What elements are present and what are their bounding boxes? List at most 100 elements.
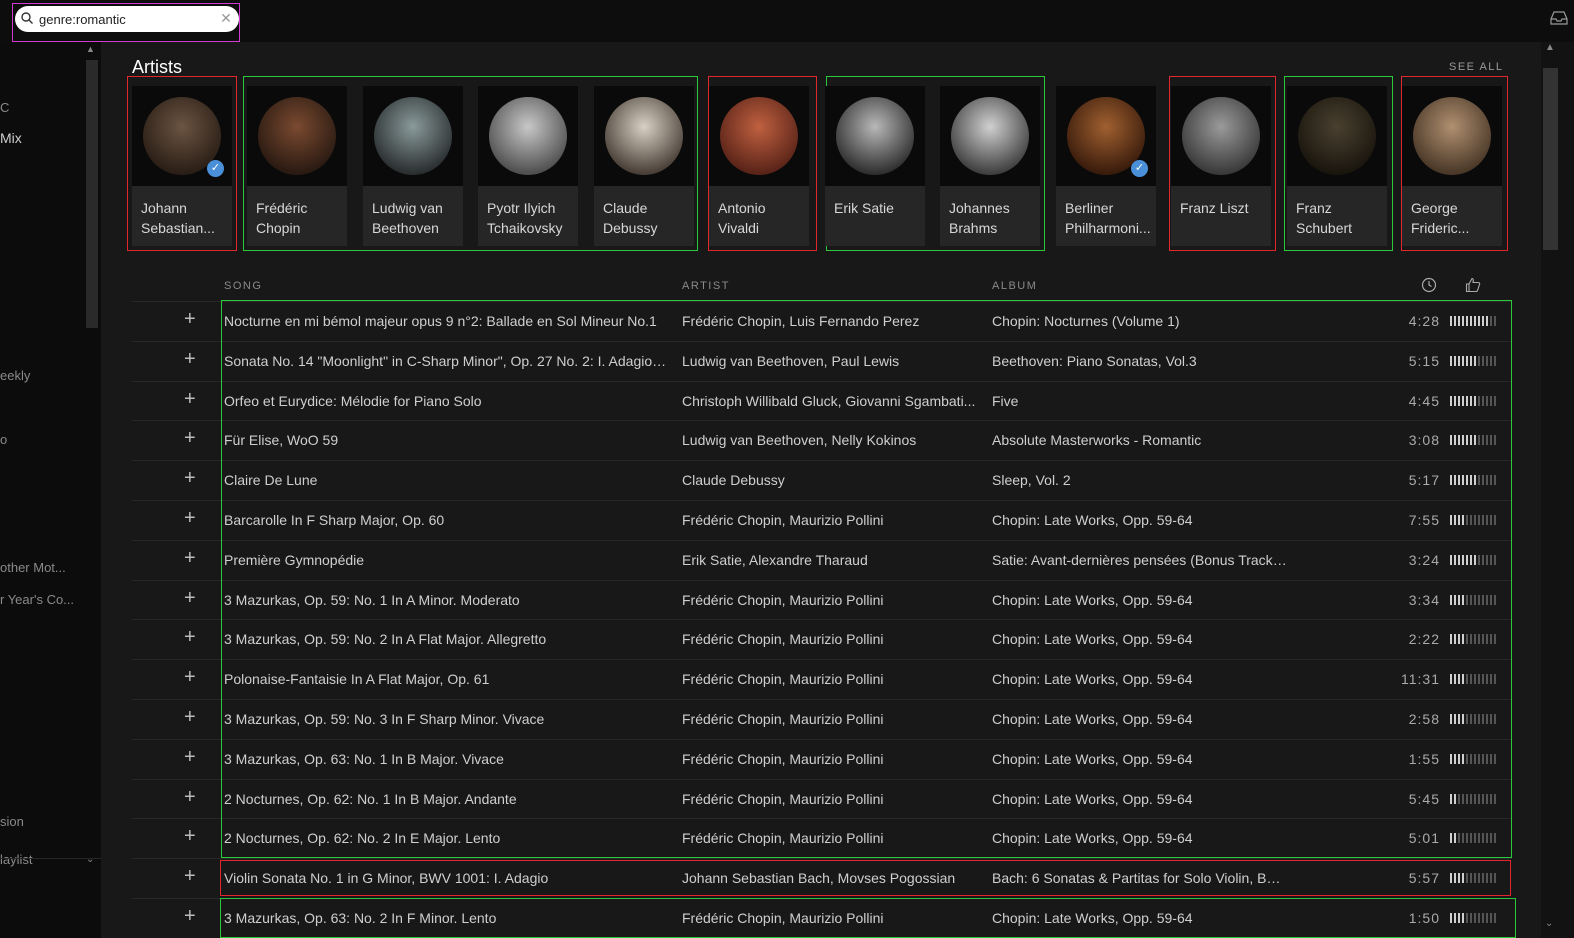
sidebar-item[interactable]: r Year's Co... [0, 592, 74, 607]
artist-image-frame [363, 86, 463, 186]
artist-card[interactable]: ✓ Johann Sebastian... [132, 86, 232, 246]
artist-image-frame [594, 86, 694, 186]
main-content: Artists SEE ALL ✓ Johann Sebastian... Fréd… [101, 42, 1541, 938]
add-to-playlist-icon[interactable]: + [184, 906, 198, 926]
artist-image-frame [1171, 86, 1271, 186]
artist-name: Erik Satie [834, 200, 894, 216]
clock-icon[interactable] [1421, 277, 1437, 293]
add-to-playlist-icon[interactable]: + [184, 468, 198, 488]
row-group-highlight [221, 300, 1512, 858]
add-to-playlist-icon[interactable]: + [184, 866, 198, 886]
row-group-highlight [220, 898, 1516, 938]
sidebar-item[interactable]: o [0, 432, 7, 447]
main-scrollbar[interactable]: ▲ ⌄ [1541, 42, 1574, 938]
sidebar-item[interactable]: C [0, 100, 9, 115]
artist-name: George Frideric... [1411, 200, 1470, 236]
artist-card[interactable]: Johannes Brahms [940, 86, 1040, 246]
thumbs-up-icon[interactable] [1465, 277, 1481, 293]
artist-image-frame [1287, 86, 1387, 186]
artist-name: Ludwig van Beethoven [372, 200, 443, 236]
sidebar-item[interactable]: laylist [0, 852, 33, 867]
add-to-playlist-icon[interactable]: + [184, 548, 198, 568]
artist-name: Antonio Vivaldi [718, 200, 766, 236]
artist-card[interactable]: Erik Satie [825, 86, 925, 246]
add-to-playlist-icon[interactable]: + [184, 787, 198, 807]
sidebar-item[interactable]: Mix [0, 130, 22, 146]
search-box[interactable]: ✕ [15, 6, 239, 32]
artist-name: Berliner Philharmoni... [1065, 200, 1151, 236]
clear-search-icon[interactable]: ✕ [219, 11, 233, 25]
artist-name: Johann Sebastian... [141, 200, 215, 236]
add-to-playlist-icon[interactable]: + [184, 508, 198, 528]
artist-name: Pyotr Ilyich Tchaikovsky [487, 200, 563, 236]
column-header-song[interactable]: SONG [224, 280, 262, 292]
artist-card[interactable]: ✓ Berliner Philharmoni... [1056, 86, 1156, 246]
inbox-icon[interactable] [1550, 11, 1568, 25]
artist-image-frame: ✓ [1056, 86, 1156, 186]
artist-image-frame: ✓ [132, 86, 232, 186]
artist-card[interactable]: Pyotr Ilyich Tchaikovsky [478, 86, 578, 246]
artist-avatar [489, 97, 567, 175]
sidebar-item[interactable]: eekly [0, 368, 30, 383]
add-to-playlist-icon[interactable]: + [184, 627, 198, 647]
artist-name: Franz Schubert [1296, 200, 1353, 236]
artist-card[interactable]: Franz Schubert [1287, 86, 1387, 246]
artist-name: Franz Liszt [1180, 200, 1249, 216]
add-to-playlist-icon[interactable]: + [184, 349, 198, 369]
sidebar-scroll-up-icon[interactable]: ▲ [86, 44, 98, 54]
artist-image-frame [825, 86, 925, 186]
artist-avatar [836, 97, 914, 175]
table-header: SONG ARTIST ALBUM [132, 277, 1512, 302]
sidebar-item[interactable]: other Mot... [0, 560, 66, 575]
artist-card[interactable]: George Frideric... [1402, 86, 1502, 246]
see-all-link[interactable]: SEE ALL [1449, 61, 1504, 73]
add-to-playlist-icon[interactable]: + [184, 389, 198, 409]
artist-name: Claude Debussy [603, 200, 658, 236]
artist-card[interactable]: Frédéric Chopin [247, 86, 347, 246]
artist-avatar [1413, 97, 1491, 175]
sidebar-item[interactable]: sion [0, 814, 24, 829]
scroll-down-icon[interactable]: ⌄ [1545, 918, 1553, 929]
column-header-artist[interactable]: ARTIST [682, 280, 730, 292]
artist-avatar [951, 97, 1029, 175]
artist-card[interactable]: Ludwig van Beethoven [363, 86, 463, 246]
artist-card[interactable]: Antonio Vivaldi [709, 86, 809, 246]
verified-check-icon: ✓ [207, 160, 224, 177]
sidebar-scrollbar-thumb[interactable] [86, 60, 98, 328]
artist-image-frame [709, 86, 809, 186]
column-header-album[interactable]: ALBUM [992, 280, 1037, 292]
sidebar-collapse-chevron-icon[interactable]: ⌄ [86, 854, 98, 865]
add-to-playlist-icon[interactable]: + [184, 707, 198, 727]
add-to-playlist-icon[interactable]: + [184, 428, 198, 448]
search-icon [21, 12, 33, 24]
artist-image-frame [478, 86, 578, 186]
main-scrollbar-thumb[interactable] [1543, 68, 1558, 250]
add-to-playlist-icon[interactable]: + [184, 747, 198, 767]
add-to-playlist-icon[interactable]: + [184, 588, 198, 608]
add-to-playlist-icon[interactable]: + [184, 826, 198, 846]
artist-card[interactable]: Franz Liszt [1171, 86, 1271, 246]
artist-avatar [605, 97, 683, 175]
row-group-highlight [220, 860, 1511, 896]
sidebar-divider [0, 858, 101, 859]
artist-avatar [1298, 97, 1376, 175]
artist-avatar [374, 97, 452, 175]
artist-avatar [720, 97, 798, 175]
artist-image-frame [1402, 86, 1502, 186]
artists-section-title: Artists [132, 57, 183, 77]
search-input[interactable] [39, 9, 219, 29]
add-to-playlist-icon[interactable]: + [184, 309, 198, 329]
scroll-up-icon[interactable]: ▲ [1545, 42, 1555, 53]
search-highlight: ✕ [12, 3, 240, 42]
artist-name: Frédéric Chopin [256, 200, 308, 236]
artist-card[interactable]: Claude Debussy [594, 86, 694, 246]
sidebar: ▲ C Mix eekly o other Mot... r Year's Co... si… [0, 42, 101, 938]
artist-image-frame [940, 86, 1040, 186]
add-to-playlist-icon[interactable]: + [184, 667, 198, 687]
verified-check-icon: ✓ [1131, 160, 1148, 177]
artist-image-frame [247, 86, 347, 186]
artist-avatar [258, 97, 336, 175]
artist-avatar [1182, 97, 1260, 175]
artist-name: Johannes Brahms [949, 200, 1010, 236]
top-bar: ✕ [0, 0, 1574, 42]
